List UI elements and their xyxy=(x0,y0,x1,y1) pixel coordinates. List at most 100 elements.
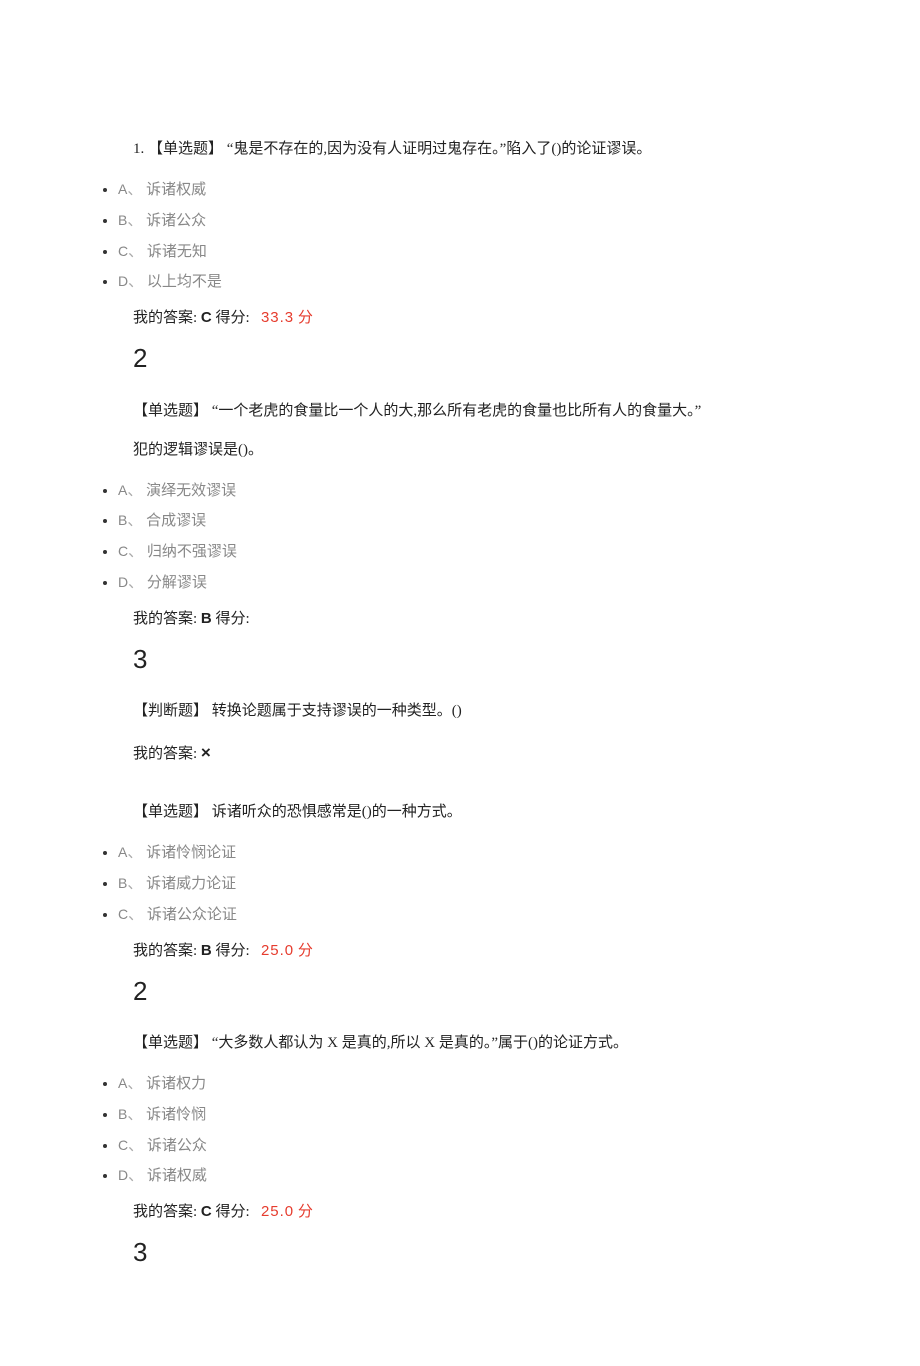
q5-options: A、 诉诸权力 B、 诉诸怜悯 C、 诉诸公众 D、 诉诸权威 xyxy=(20,1069,900,1192)
option-text: 以上均不是 xyxy=(147,274,222,290)
q1-options: A、 诉诸权威 B、 诉诸公众 C、 诉诸无知 D、 以上均不是 xyxy=(20,175,900,298)
q5-option-d: D、 诉诸权威 xyxy=(118,1161,900,1192)
option-text: 诉诸权威 xyxy=(146,182,206,198)
option-sep: 、 xyxy=(128,1138,143,1154)
answer-label: 我的答案: xyxy=(133,746,197,762)
q1-next-number: 2 xyxy=(133,338,900,380)
q1-type-tag: 【单选题】 xyxy=(148,141,223,157)
q4-type-tag: 【单选题】 xyxy=(133,804,208,820)
option-sep: 、 xyxy=(127,1076,142,1092)
q4-option-b: B、 诉诸威力论证 xyxy=(118,869,900,900)
option-text: 合成谬误 xyxy=(146,513,206,529)
option-label: D xyxy=(118,1167,128,1183)
option-label: B xyxy=(118,212,127,228)
q5-next-number: 3 xyxy=(133,1232,900,1274)
score-unit: 分 xyxy=(298,309,314,326)
q4-answer-line: 我的答案: B 得分: 25.0 分 xyxy=(133,937,900,965)
answer-mark-wrong-icon: × xyxy=(201,743,211,762)
q3-prompt: 【判断题】 转换论题属于支持谬误的一种类型。() xyxy=(133,692,840,731)
q4-option-c: C、 诉诸公众论证 xyxy=(118,900,900,931)
q4-next-number: 2 xyxy=(133,971,900,1013)
score-label: 得分: xyxy=(216,611,250,627)
option-text: 诉诸无知 xyxy=(147,244,207,260)
q2-option-b: B、 合成谬误 xyxy=(118,506,900,537)
score-unit: 分 xyxy=(298,942,314,959)
q5-prompt: 【单选题】 “大多数人都认为 X 是真的,所以 X 是真的。”属于()的论证方式… xyxy=(133,1024,840,1063)
option-sep: 、 xyxy=(127,182,142,198)
option-text: 归纳不强谬误 xyxy=(147,544,237,560)
q3-answer-line: 我的答案: × xyxy=(133,731,840,775)
option-label: C xyxy=(118,543,128,559)
q1-option-d: D、 以上均不是 xyxy=(118,267,900,298)
option-text: 演绎无效谬误 xyxy=(146,483,236,499)
option-sep: 、 xyxy=(128,544,143,560)
q2-next-number: 3 xyxy=(133,639,900,681)
option-label: A xyxy=(118,844,127,860)
q1-number: 1. xyxy=(133,141,144,157)
score-label: 得分: xyxy=(216,310,250,326)
option-label: C xyxy=(118,906,128,922)
q2-text-2: 犯的逻辑谬误是()。 xyxy=(133,442,263,458)
option-text: 诉诸怜悯 xyxy=(146,1107,206,1123)
option-text: 分解谬误 xyxy=(147,575,207,591)
q5-option-b: B、 诉诸怜悯 xyxy=(118,1100,900,1131)
q4-prompt: 【单选题】 诉诸听众的恐惧感常是()的一种方式。 xyxy=(133,793,840,832)
q2-prompt-cont: 犯的逻辑谬误是()。 xyxy=(133,431,840,470)
option-label: A xyxy=(118,482,127,498)
answer-label: 我的答案: xyxy=(133,943,197,959)
score-unit: 分 xyxy=(298,1203,314,1220)
option-text: 诉诸公众 xyxy=(146,213,206,229)
q5-option-a: A、 诉诸权力 xyxy=(118,1069,900,1100)
answer-label: 我的答案: xyxy=(133,1204,197,1220)
q5-option-c: C、 诉诸公众 xyxy=(118,1131,900,1162)
option-sep: 、 xyxy=(128,1168,143,1184)
option-sep: 、 xyxy=(127,876,142,892)
q2-prompt: 【单选题】 “一个老虎的食量比一个人的大,那么所有老虎的食量也比所有人的食量大。… xyxy=(133,392,840,431)
option-text: 诉诸公众论证 xyxy=(147,907,237,923)
q1-option-c: C、 诉诸无知 xyxy=(118,237,900,268)
q2-options: A、 演绎无效谬误 B、 合成谬误 C、 归纳不强谬误 D、 分解谬误 xyxy=(20,476,900,599)
option-label: B xyxy=(118,512,127,528)
option-sep: 、 xyxy=(127,213,142,229)
q1-option-b: B、 诉诸公众 xyxy=(118,206,900,237)
option-text: 诉诸公众 xyxy=(147,1138,207,1154)
option-sep: 、 xyxy=(127,483,142,499)
q4-options: A、 诉诸怜悯论证 B、 诉诸威力论证 C、 诉诸公众论证 xyxy=(20,838,900,930)
q5-text: “大多数人都认为 X 是真的,所以 X 是真的。”属于()的论证方式。 xyxy=(212,1035,628,1051)
answer-letter: C xyxy=(201,309,212,326)
q2-option-d: D、 分解谬误 xyxy=(118,568,900,599)
score-value: 25.0 xyxy=(261,942,294,959)
q1-option-a: A、 诉诸权威 xyxy=(118,175,900,206)
option-text: 诉诸怜悯论证 xyxy=(146,845,236,861)
answer-letter: B xyxy=(201,942,212,959)
q1-answer-line: 我的答案: C 得分: 33.3 分 xyxy=(133,304,900,332)
option-sep: 、 xyxy=(128,575,143,591)
option-label: C xyxy=(118,243,128,259)
option-text: 诉诸权力 xyxy=(146,1076,206,1092)
option-text: 诉诸威力论证 xyxy=(146,876,236,892)
q3-text: 转换论题属于支持谬误的一种类型。() xyxy=(212,703,462,719)
option-label: D xyxy=(118,574,128,590)
q2-answer-line: 我的答案: B 得分: xyxy=(133,605,900,633)
score-label: 得分: xyxy=(216,943,250,959)
q2-option-a: A、 演绎无效谬误 xyxy=(118,476,900,507)
score-value: 25.0 xyxy=(261,1203,294,1220)
option-text: 诉诸权威 xyxy=(147,1168,207,1184)
q1-prompt: 1. 【单选题】 “鬼是不存在的,因为没有人证明过鬼存在。”陷入了()的论证谬误… xyxy=(133,130,840,169)
answer-letter: C xyxy=(201,1203,212,1220)
score-value: 33.3 xyxy=(261,309,294,326)
option-sep: 、 xyxy=(128,907,143,923)
option-label: B xyxy=(118,1106,127,1122)
q5-type-tag: 【单选题】 xyxy=(133,1035,208,1051)
q4-option-a: A、 诉诸怜悯论证 xyxy=(118,838,900,869)
q3-type-tag: 【判断题】 xyxy=(133,703,208,719)
option-sep: 、 xyxy=(128,244,143,260)
option-label: B xyxy=(118,875,127,891)
q2-text-1: “一个老虎的食量比一个人的大,那么所有老虎的食量也比所有人的食量大。” xyxy=(212,403,702,419)
score-label: 得分: xyxy=(216,1204,250,1220)
q2-option-c: C、 归纳不强谬误 xyxy=(118,537,900,568)
option-label: C xyxy=(118,1137,128,1153)
q4-text: 诉诸听众的恐惧感常是()的一种方式。 xyxy=(212,804,462,820)
option-label: A xyxy=(118,1075,127,1091)
option-label: A xyxy=(118,181,127,197)
